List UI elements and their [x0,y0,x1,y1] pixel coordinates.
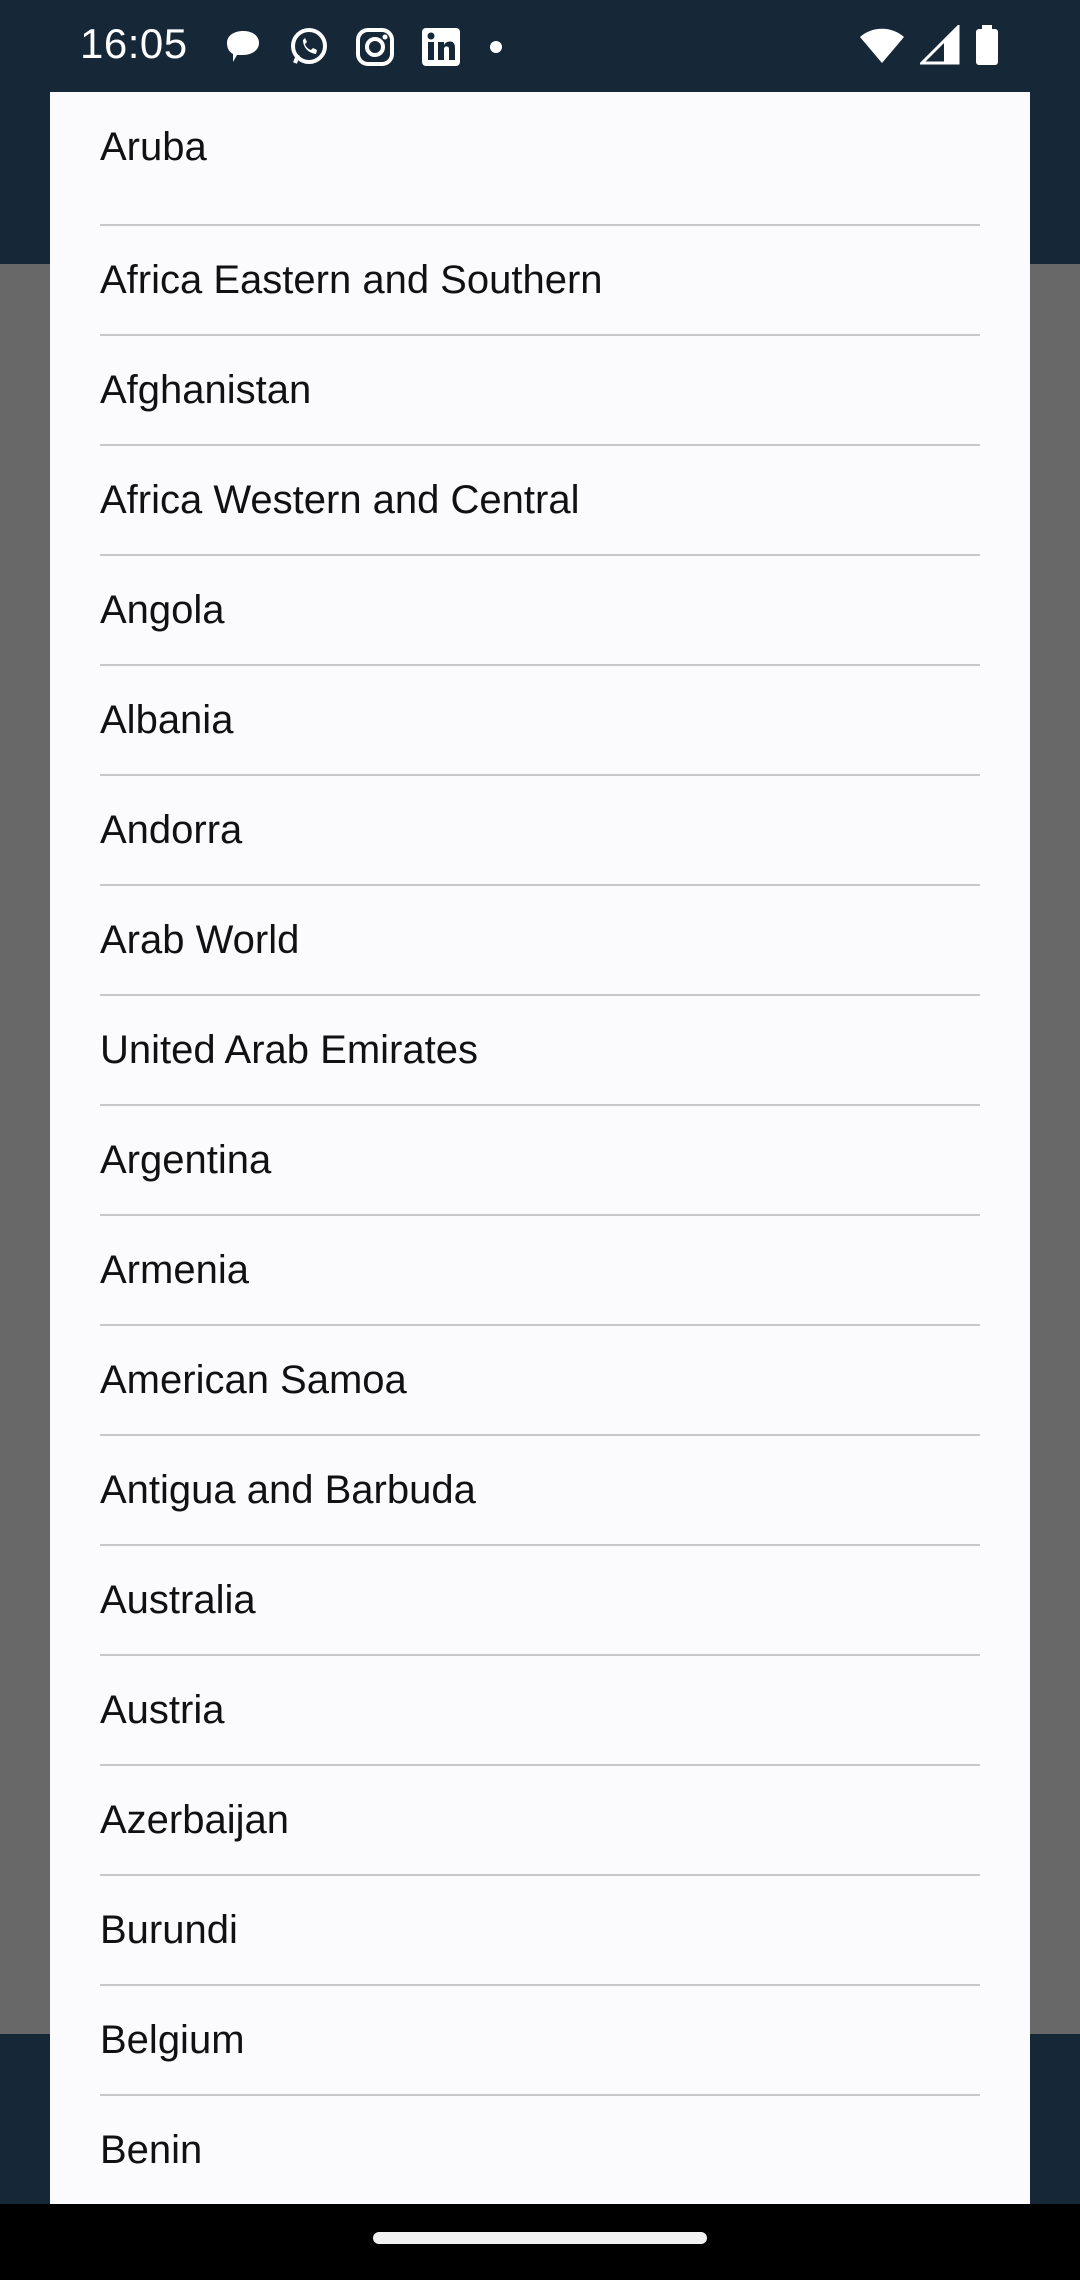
battery-icon [974,24,1000,71]
country-name: Benin [100,2127,203,2172]
chat-bubble-icon [220,24,266,70]
country-name: Austria [100,1687,225,1732]
country-list-item[interactable]: Africa Eastern and Southern [100,226,980,336]
status-time: 16:05 [80,20,188,67]
country-name: Angola [100,587,225,632]
country-list-item[interactable]: Antigua and Barbuda [100,1436,980,1546]
home-gesture-handle[interactable] [373,2232,707,2244]
country-list-item[interactable]: Arab World [100,886,980,996]
country-list-item[interactable]: Argentina [100,1106,980,1216]
country-list-item[interactable]: Azerbaijan [100,1766,980,1876]
country-name: Australia [100,1577,256,1622]
country-name: American Samoa [100,1357,407,1402]
status-bar: 16:05 [0,0,1080,92]
country-name: Afghanistan [100,367,312,412]
country-list-item[interactable]: Austria [100,1656,980,1766]
country-list-item[interactable]: Aruba [100,92,980,226]
instagram-icon [352,24,398,70]
country-name: United Arab Emirates [100,1027,478,1072]
country-list-item[interactable]: American Samoa [100,1326,980,1436]
country-name: Burundi [100,1907,238,1952]
country-list-item[interactable]: Australia [100,1546,980,1656]
country-name: Antigua and Barbuda [100,1467,476,1512]
country-list-item[interactable]: United Arab Emirates [100,996,980,1106]
country-name: Aruba [100,124,207,169]
country-list-item[interactable]: Burundi [100,1876,980,1986]
country-list-item[interactable]: Africa Western and Central [100,446,980,556]
country-name: Africa Eastern and Southern [100,257,603,302]
country-picker-dialog: Aruba Africa Eastern and Southern Afghanis… [50,92,1030,2204]
more-notifications-dot [490,41,502,53]
country-list-item[interactable]: Andorra [100,776,980,886]
notification-icons [220,22,502,72]
country-name: Belgium [100,2017,245,2062]
country-list-item[interactable]: Benin [100,2096,980,2204]
country-list[interactable]: Aruba Africa Eastern and Southern Afghanis… [50,92,1030,2204]
country-list-item[interactable]: Armenia [100,1216,980,1326]
country-name: Arab World [100,917,300,962]
country-name: Africa Western and Central [100,477,580,522]
country-name: Argentina [100,1137,272,1182]
cellular-signal-icon [918,22,960,70]
wifi-icon [858,25,906,70]
country-name: Albania [100,697,234,742]
country-name: Azerbaijan [100,1797,290,1842]
country-list-item[interactable]: Albania [100,666,980,776]
whatsapp-icon [286,24,332,70]
country-name: Andorra [100,807,243,852]
linkedin-icon [418,24,464,70]
country-list-item[interactable]: Afghanistan [100,336,980,446]
system-icons [858,22,1000,72]
country-list-item[interactable]: Belgium [100,1986,980,2096]
country-list-item[interactable]: Angola [100,556,980,666]
country-name: Armenia [100,1247,249,1292]
